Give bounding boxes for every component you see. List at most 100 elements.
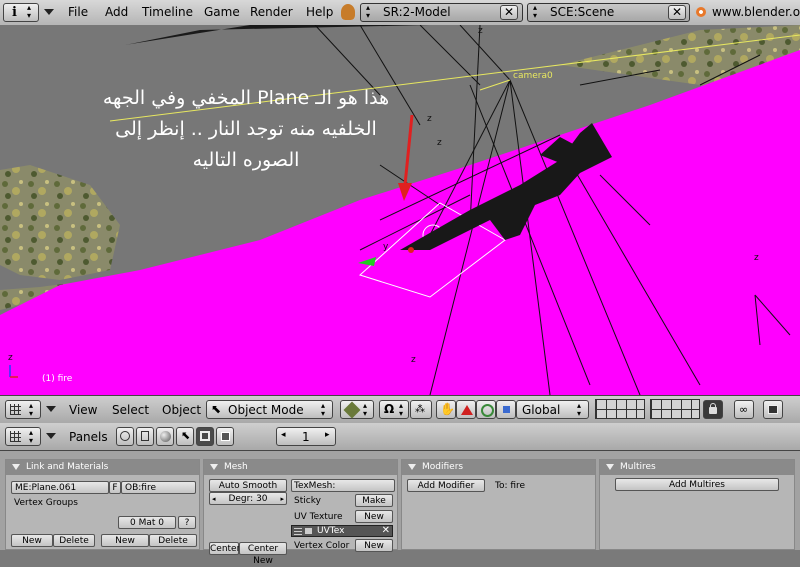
menu-file[interactable]: File bbox=[68, 5, 88, 19]
orientation-label: Global bbox=[522, 403, 561, 417]
editor-type-button[interactable]: ▴ ▾ bbox=[5, 400, 41, 419]
lock-layers-button[interactable] bbox=[703, 400, 723, 419]
buttons-panels-area: Link and Materials ME:Plane.061 F OB:fir… bbox=[0, 451, 800, 566]
object-name-field[interactable]: OB:fire bbox=[121, 481, 196, 494]
updown-arrows-icon: ▴ ▾ bbox=[27, 3, 32, 20]
menu-select[interactable]: Select bbox=[112, 403, 149, 417]
panel-header[interactable]: Modifiers bbox=[402, 460, 595, 475]
translate-button[interactable] bbox=[456, 400, 476, 419]
script-context-button[interactable] bbox=[136, 427, 154, 446]
add-modifier-label: Add Modifier bbox=[417, 481, 475, 491]
mode-selector[interactable]: ⬉ Object Mode ▴ ▾ bbox=[206, 400, 333, 419]
camera-label: camera0 bbox=[513, 71, 553, 81]
new-vertex-color-button[interactable]: New bbox=[355, 539, 393, 552]
add-modifier-button[interactable]: Add Modifier bbox=[407, 479, 485, 492]
uvtex-slot[interactable]: UVTex ✕ bbox=[291, 525, 393, 537]
scale-button[interactable] bbox=[496, 400, 516, 419]
3d-viewport[interactable]: z z z y z z z هذا هو الـ Plane المخفي وف… bbox=[0, 25, 800, 395]
panels-menu[interactable]: Panels bbox=[69, 430, 108, 444]
grid-icon bbox=[10, 404, 21, 415]
svg-text:z: z bbox=[754, 253, 759, 263]
mesh-name-field[interactable]: ME:Plane.061 bbox=[11, 481, 109, 494]
material-help-button[interactable]: ? bbox=[178, 516, 196, 529]
add-multires-button[interactable]: Add Multires bbox=[615, 478, 779, 491]
center-button[interactable]: Center bbox=[209, 542, 240, 555]
delete-screen-button[interactable]: ✕ bbox=[500, 5, 518, 20]
collapse-menu-icon[interactable] bbox=[46, 433, 56, 439]
blender-url[interactable]: www.blender.org bbox=[712, 5, 800, 19]
hand-icon: ✋ bbox=[440, 402, 455, 416]
snap-button[interactable]: ⁂ bbox=[410, 400, 432, 419]
delete-scene-button[interactable]: ✕ bbox=[668, 5, 686, 20]
delete-vertex-group-button[interactable]: Delete bbox=[53, 534, 95, 547]
menu-add[interactable]: Add bbox=[105, 5, 128, 19]
logic-context-button[interactable] bbox=[116, 427, 134, 446]
menu-view[interactable]: View bbox=[69, 403, 97, 417]
layer-buttons-group-1[interactable] bbox=[595, 399, 645, 419]
updown-arrows-icon: ▴ ▾ bbox=[399, 401, 404, 418]
panel-header[interactable]: Link and Materials bbox=[6, 460, 199, 475]
texmesh-field[interactable]: TexMesh: bbox=[291, 479, 395, 492]
delete-material-button[interactable]: Delete bbox=[149, 534, 197, 547]
panel-header[interactable]: Mesh bbox=[204, 460, 397, 475]
rotate-button[interactable] bbox=[476, 400, 496, 419]
panel-header[interactable]: Multires bbox=[600, 460, 794, 475]
material-index-field[interactable]: 0 Mat 0 bbox=[118, 516, 176, 529]
collapse-menu-icon[interactable] bbox=[46, 406, 56, 412]
panel-title: Multires bbox=[620, 462, 656, 472]
link-button[interactable]: ∞ bbox=[734, 400, 754, 419]
new-material-button[interactable]: New bbox=[101, 534, 149, 547]
scene-context-button[interactable] bbox=[216, 427, 234, 446]
center-new-button[interactable]: Center New bbox=[239, 542, 287, 566]
top-menu-bar: i ▴ ▾ File Add Timeline Game Render Help … bbox=[0, 0, 800, 26]
new-label: New bbox=[364, 512, 384, 522]
texmesh-label: TexMesh: bbox=[294, 481, 336, 491]
center-new-label: Center New bbox=[247, 544, 279, 566]
pivot-selector[interactable]: Ω ▴ ▾ bbox=[379, 400, 409, 419]
render-button[interactable] bbox=[763, 400, 783, 419]
shading-context-button[interactable] bbox=[156, 427, 174, 446]
updown-arrows-icon: ▴ ▾ bbox=[29, 401, 34, 418]
updown-arrows-icon: ▴ ▾ bbox=[533, 3, 538, 20]
smooth-degree-field[interactable]: ◂ Degr: 30 ▸ bbox=[209, 492, 287, 505]
delete-label: Delete bbox=[59, 536, 89, 546]
make-sticky-button[interactable]: Make bbox=[355, 494, 393, 507]
frame-number: 1 bbox=[302, 430, 310, 444]
collapse-triangle-icon bbox=[12, 464, 20, 470]
orientation-selector[interactable]: Global ▴ ▾ bbox=[516, 400, 589, 419]
draw-type-selector[interactable]: ▴ ▾ bbox=[340, 400, 374, 419]
collapse-triangle-icon bbox=[210, 464, 218, 470]
fake-user-button[interactable]: F bbox=[109, 481, 121, 494]
updown-arrows-icon: ▴ ▾ bbox=[321, 401, 326, 418]
manipulator-hand-button[interactable]: ✋ bbox=[436, 400, 456, 419]
editor-type-button[interactable]: ▴ ▾ bbox=[5, 427, 41, 446]
snap-icon: ⁂ bbox=[415, 404, 425, 415]
mesh-panel: Mesh Auto Smooth ◂ Degr: 30 ▸ TexMesh: S… bbox=[203, 459, 398, 566]
decrement-arrow-icon: ◂ bbox=[281, 430, 286, 440]
triangle-icon bbox=[461, 405, 473, 415]
menu-game[interactable]: Game bbox=[204, 5, 240, 19]
collapse-menu-icon[interactable] bbox=[44, 9, 54, 15]
annotation-line-1: هذا هو الـ Plane المخفي وفي الجهه bbox=[102, 87, 390, 109]
square-icon bbox=[503, 406, 510, 413]
new-label: New bbox=[115, 536, 135, 546]
screen-selector[interactable]: ▴ ▾ SR:2-Model ✕ bbox=[360, 3, 523, 22]
screen-name: SR:2-Model bbox=[383, 5, 451, 19]
layer-buttons-group-2[interactable] bbox=[650, 399, 700, 419]
new-uv-texture-button[interactable]: New bbox=[355, 510, 393, 523]
menu-help[interactable]: Help bbox=[306, 5, 333, 19]
window-type-button[interactable]: i ▴ ▾ bbox=[3, 3, 39, 22]
menu-timeline[interactable]: Timeline bbox=[142, 5, 193, 19]
svg-text:z: z bbox=[8, 353, 13, 363]
modifiers-panel: Modifiers Add Modifier To: fire bbox=[401, 459, 596, 550]
scene-selector[interactable]: ▴ ▾ SCE:Scene ✕ bbox=[527, 3, 690, 22]
menu-object[interactable]: Object bbox=[162, 403, 201, 417]
editing-context-button[interactable] bbox=[196, 427, 214, 446]
auto-smooth-toggle[interactable]: Auto Smooth bbox=[209, 479, 287, 492]
updown-arrows-icon: ▴ ▾ bbox=[577, 401, 582, 418]
frame-number-field[interactable]: ◂ 1 ▸ bbox=[276, 427, 336, 446]
delete-uvtex-icon[interactable]: ✕ bbox=[382, 525, 390, 536]
menu-render[interactable]: Render bbox=[250, 5, 293, 19]
object-context-button[interactable]: ⬉ bbox=[176, 427, 194, 446]
new-vertex-group-button[interactable]: New bbox=[11, 534, 53, 547]
